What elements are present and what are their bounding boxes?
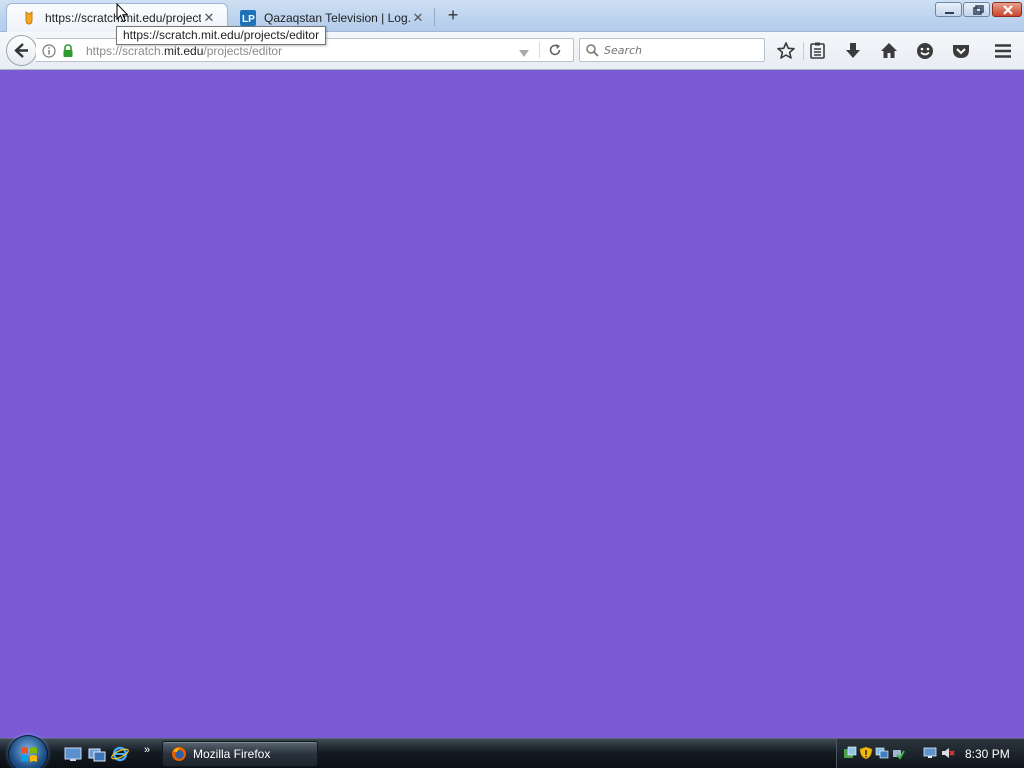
scratch-cat-icon: [21, 10, 37, 26]
taskbar: » Mozilla Firefox 8:30 PM: [0, 735, 1024, 768]
mouse-cursor-icon: [116, 2, 130, 26]
windows-logo-icon: [21, 747, 37, 762]
bookmark-star-icon[interactable]: [776, 41, 796, 61]
lp-icon: LP: [240, 9, 256, 26]
info-icon[interactable]: [42, 44, 56, 61]
back-arrow-icon: [14, 43, 28, 58]
network-icon[interactable]: [875, 746, 889, 760]
url-path: /projects/editor: [203, 44, 283, 58]
safely-remove-hardware-icon[interactable]: [891, 746, 905, 760]
pocket-icon[interactable]: [951, 41, 971, 61]
url-domain: mit.edu: [164, 44, 204, 58]
taskbar-task-label: Mozilla Firefox: [193, 747, 271, 761]
url-prefix: https://scratch.: [86, 44, 165, 58]
reload-icon[interactable]: [548, 43, 562, 60]
network-sharing-icon[interactable]: [843, 746, 857, 760]
tab-close-icon[interactable]: ✕: [410, 10, 426, 26]
menu-icon[interactable]: [993, 41, 1013, 61]
new-tab-button[interactable]: +: [444, 6, 462, 26]
minimize-button[interactable]: [935, 2, 962, 17]
start-button[interactable]: [8, 735, 48, 768]
taskbar-firefox-button[interactable]: Mozilla Firefox: [162, 741, 318, 767]
search-box[interactable]: [579, 38, 765, 62]
url-separator: [539, 42, 540, 58]
tab-separator: [434, 8, 435, 26]
volume-muted-icon[interactable]: [941, 746, 955, 760]
svg-text:LP: LP: [242, 14, 255, 25]
back-button[interactable]: [6, 35, 37, 66]
toolbar-separator: [803, 42, 804, 60]
quick-launch-more-button[interactable]: »: [144, 744, 150, 756]
reading-list-icon[interactable]: [808, 41, 828, 61]
taskbar-clock[interactable]: 8:30 PM: [965, 747, 1010, 761]
search-input[interactable]: [604, 42, 759, 58]
page-content[interactable]: [0, 71, 1024, 738]
history-dropdown-icon[interactable]: [519, 47, 529, 61]
home-icon[interactable]: [879, 41, 899, 61]
tab-label: Qazaqstan Television | Log...: [264, 10, 410, 25]
security-shield-icon[interactable]: [859, 746, 873, 760]
restore-button[interactable]: [963, 2, 990, 17]
tab-close-icon[interactable]: ✕: [201, 10, 217, 26]
url-text[interactable]: https://scratch.mit.edu/projects/editor: [86, 44, 282, 58]
tab-tooltip: https://scratch.mit.edu/projects/editor: [116, 26, 327, 45]
firefox-icon: [172, 747, 186, 761]
lock-icon[interactable]: [62, 44, 74, 61]
switch-windows-icon[interactable]: [88, 746, 106, 762]
internet-explorer-icon[interactable]: [111, 746, 129, 762]
close-window-button[interactable]: [992, 2, 1022, 17]
display-icon[interactable]: [923, 746, 937, 760]
download-icon[interactable]: [843, 41, 863, 61]
show-desktop-icon[interactable]: [64, 746, 82, 762]
search-icon: [586, 44, 599, 60]
system-tray: 8:30 PM: [836, 739, 1024, 768]
hello-chat-icon[interactable]: [915, 41, 935, 61]
